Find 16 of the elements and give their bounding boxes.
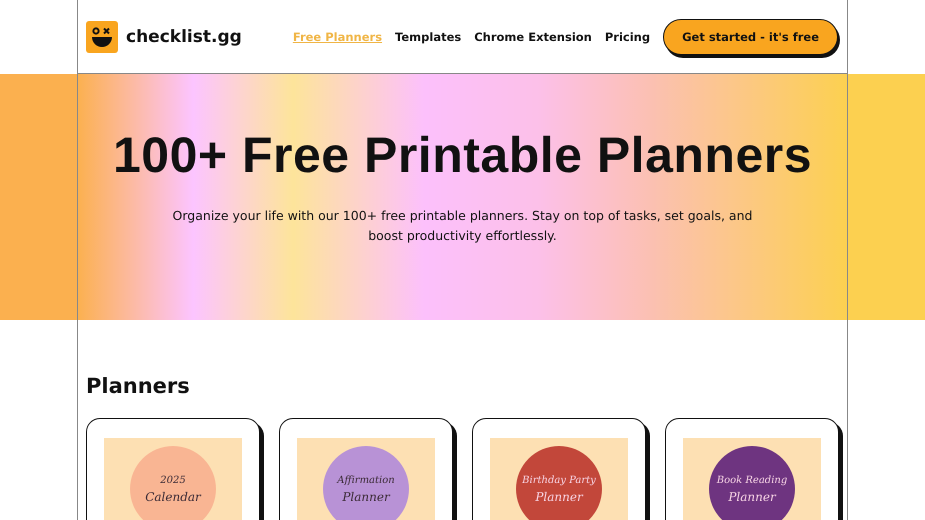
- brand-name[interactable]: checklist.gg: [126, 26, 242, 46]
- cover-title: Planner: [728, 489, 776, 505]
- cover-title: Birthday Party: [522, 474, 596, 488]
- hero-subtitle: Organize your life with our 100+ free printable planners. Stay on top of tasks, set goals, and boost productivity effortlessly.: [172, 207, 752, 245]
- nav-link[interactable]: Chrome Extension: [474, 30, 592, 44]
- smiley-logo-icon[interactable]: [86, 20, 118, 52]
- cover-title: Affirmation: [337, 474, 395, 488]
- hero-title: 100+ Free Printable Planners: [112, 126, 812, 184]
- cover-title: Planner: [535, 489, 583, 505]
- cover-title: Calendar: [145, 489, 201, 505]
- cover-title: Planner: [342, 489, 390, 505]
- cover-title: 2025: [160, 474, 186, 488]
- nav-link[interactable]: Pricing: [604, 30, 650, 44]
- cover-title: Book Reading: [716, 474, 788, 488]
- section-heading: Planners: [86, 374, 191, 398]
- nav-link[interactable]: Templates: [395, 30, 462, 44]
